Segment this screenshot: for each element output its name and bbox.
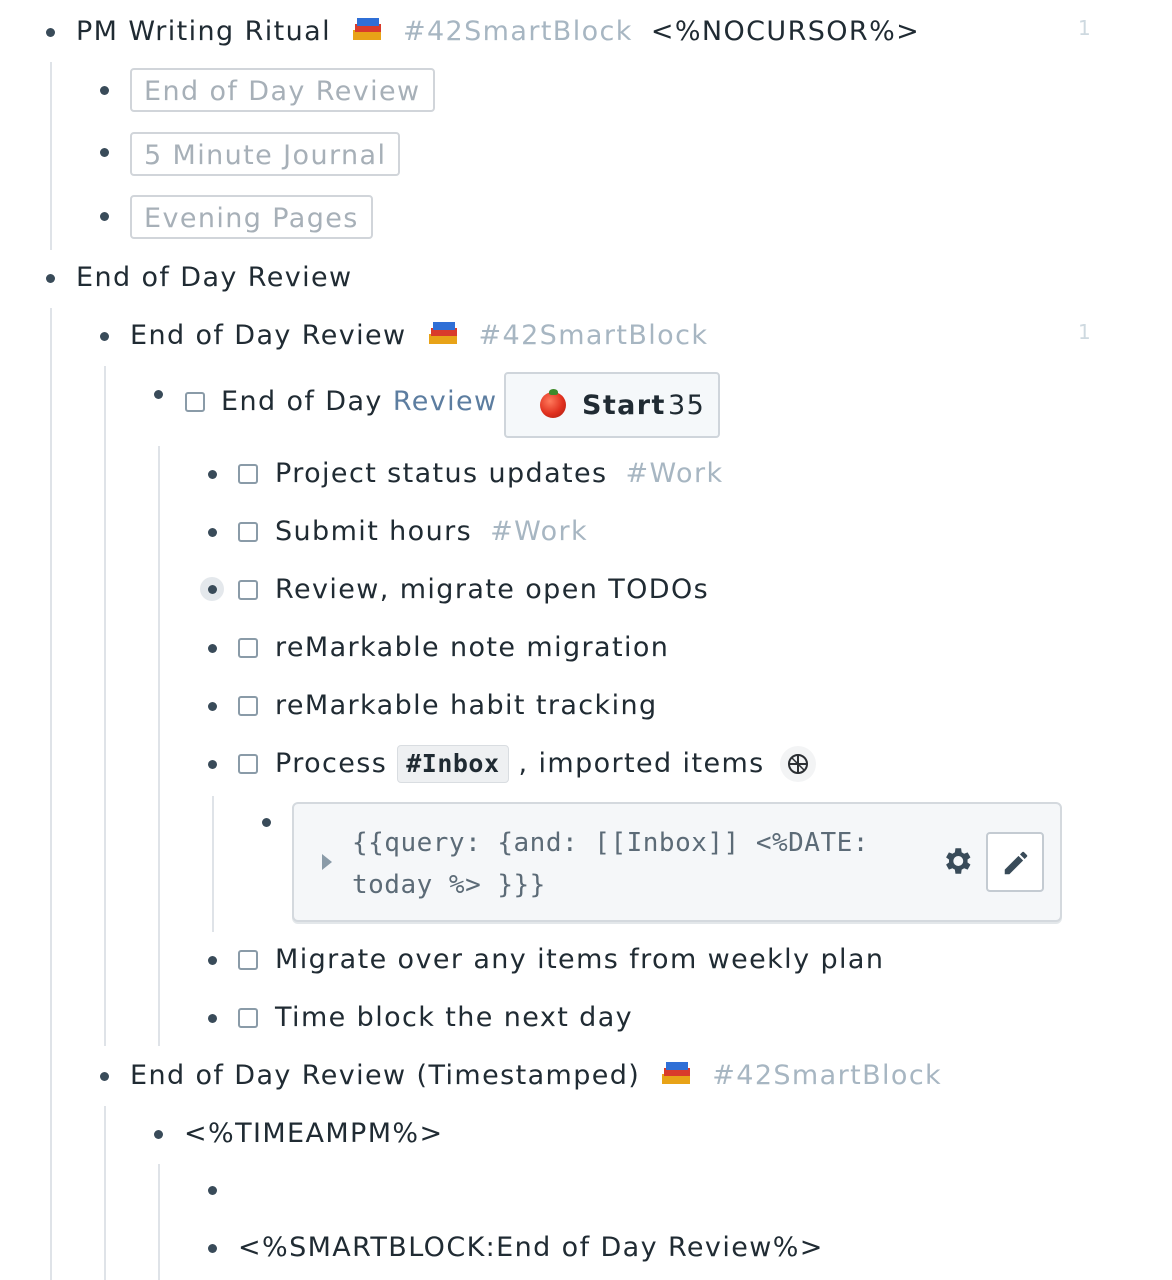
- todo-item[interactable]: Process #Inbox , imported items: [275, 744, 765, 784]
- block-text: End of Day Review: [76, 262, 353, 293]
- todo-item[interactable]: Review, migrate open TODOs: [275, 570, 709, 610]
- todo-checkbox[interactable]: [185, 392, 205, 412]
- smartblock-icon: [351, 16, 385, 44]
- block-bullet[interactable]: [100, 1072, 109, 1081]
- todo-text: Project status updates: [275, 458, 608, 489]
- todo-item[interactable]: reMarkable habit tracking: [275, 686, 658, 726]
- block-smartblock-eod[interactable]: End of Day Review #42SmartBlock: [130, 316, 708, 356]
- command-text: <%SMARTBLOCK:End of Day Review%>: [238, 1232, 824, 1263]
- block-bullet[interactable]: [100, 148, 109, 157]
- page-link[interactable]: Review: [393, 386, 498, 417]
- block-text: PM Writing Ritual: [76, 16, 331, 47]
- block-bullet[interactable]: [208, 1186, 217, 1195]
- todo-text: Time block the next day: [275, 1002, 634, 1033]
- expand-caret-icon[interactable]: [322, 854, 332, 870]
- command-text: <%NOCURSOR%>: [650, 16, 921, 47]
- todo-item[interactable]: Migrate over any items from weekly plan: [275, 940, 884, 980]
- block-text: End of Day Review (Timestamped): [130, 1060, 641, 1091]
- block-bullet[interactable]: [100, 332, 109, 341]
- command-text: <%TIMEAMPM%>: [184, 1118, 444, 1149]
- todo-item[interactable]: reMarkable note migration: [275, 628, 669, 668]
- indent-guide: [104, 366, 106, 1046]
- smartblock-icon: [660, 1060, 694, 1088]
- todo-text: Migrate over any items from weekly plan: [275, 944, 885, 975]
- gear-icon[interactable]: [940, 844, 974, 885]
- block-bullet[interactable]: [208, 470, 217, 479]
- todo-checkbox[interactable]: [238, 754, 258, 774]
- block-eod-timestamped[interactable]: End of Day Review (Timestamped) #42Smart…: [130, 1056, 942, 1096]
- button-chip-5-minute-journal[interactable]: 5 Minute Journal: [130, 132, 401, 176]
- block-bullet[interactable]: [208, 1244, 217, 1253]
- tomato-icon: [540, 389, 566, 418]
- reference-count[interactable]: 1: [1078, 320, 1092, 344]
- block-bullet[interactable]: [100, 86, 109, 95]
- tag-link[interactable]: #42SmartBlock: [479, 320, 709, 351]
- todo-item[interactable]: Time block the next day: [275, 998, 633, 1038]
- todo-checkbox[interactable]: [238, 580, 258, 600]
- block-empty[interactable]: [238, 1170, 538, 1210]
- tag-inbox[interactable]: #Inbox: [397, 745, 509, 783]
- block-bullet[interactable]: [154, 390, 163, 399]
- block-bullet[interactable]: [208, 760, 217, 769]
- block-end-of-day-review[interactable]: End of Day Review: [76, 258, 353, 298]
- indent-guide: [50, 62, 52, 250]
- todo-text: , imported items: [518, 748, 765, 779]
- block-pm-writing-ritual[interactable]: PM Writing Ritual #42SmartBlock <%NOCURS…: [76, 12, 920, 52]
- todo-text: Process: [275, 748, 398, 779]
- pomodoro-start-button[interactable]: Start 35: [504, 372, 720, 438]
- todo-item[interactable]: Submit hours #Work: [275, 512, 588, 552]
- todo-item[interactable]: Project status updates #Work: [275, 454, 724, 494]
- block-bullet[interactable]: [208, 528, 217, 537]
- block-bullet[interactable]: [208, 956, 217, 965]
- button-chip-end-of-day-review[interactable]: End of Day Review: [130, 68, 435, 112]
- block-bullet[interactable]: [100, 212, 109, 221]
- tag-link[interactable]: #42SmartBlock: [712, 1060, 942, 1091]
- start-count: 35: [668, 390, 706, 421]
- todo-checkbox[interactable]: [238, 696, 258, 716]
- block-text: End of Day Review: [130, 320, 407, 351]
- block-bullet[interactable]: [208, 644, 217, 653]
- todo-text: Submit hours: [275, 516, 473, 547]
- tag-link[interactable]: #42SmartBlock: [403, 16, 633, 47]
- block-time-command[interactable]: <%TIMEAMPM%>: [184, 1114, 444, 1154]
- pencil-icon: [1001, 848, 1031, 885]
- tag-link[interactable]: #Work: [490, 516, 588, 547]
- indent-guide: [50, 308, 52, 1280]
- indent-guide: [158, 446, 160, 1046]
- todo-text: reMarkable habit tracking: [275, 690, 658, 721]
- indent-guide: [158, 1164, 160, 1280]
- smartblock-icon: [427, 320, 461, 348]
- query-block[interactable]: {{query: {and: [[Inbox]] <%DATE: today %…: [292, 802, 1062, 922]
- block-eod-task[interactable]: End of Day Review: [221, 382, 498, 422]
- reference-count[interactable]: 1: [1078, 16, 1092, 40]
- start-label: Start: [582, 390, 666, 421]
- block-bullet[interactable]: [46, 28, 55, 37]
- edit-button[interactable]: [986, 832, 1044, 892]
- block-bullet[interactable]: [208, 702, 217, 711]
- button-chip-evening-pages[interactable]: Evening Pages: [130, 195, 373, 239]
- block-bullet[interactable]: [262, 818, 271, 827]
- todo-checkbox[interactable]: [238, 950, 258, 970]
- indent-guide: [104, 1106, 106, 1280]
- block-bullet[interactable]: [46, 274, 55, 283]
- todo-text: Review, migrate open TODOs: [275, 574, 710, 605]
- block-text: End of Day: [221, 386, 393, 417]
- todo-checkbox[interactable]: [238, 522, 258, 542]
- block-bullet[interactable]: [154, 1130, 163, 1139]
- query-source: {{query: {and: [[Inbox]] <%DATE: today %…: [352, 828, 869, 900]
- todo-text: reMarkable note migration: [275, 632, 670, 663]
- todo-checkbox[interactable]: [238, 464, 258, 484]
- indent-guide: [212, 796, 214, 932]
- roam-logo-icon[interactable]: [780, 746, 816, 782]
- block-bullet-hovered[interactable]: [200, 577, 224, 601]
- todo-checkbox[interactable]: [238, 638, 258, 658]
- block-bullet[interactable]: [208, 1014, 217, 1023]
- tag-link[interactable]: #Work: [626, 458, 724, 489]
- block-smartblock-command[interactable]: <%SMARTBLOCK:End of Day Review%>: [238, 1228, 824, 1268]
- todo-checkbox[interactable]: [238, 1008, 258, 1028]
